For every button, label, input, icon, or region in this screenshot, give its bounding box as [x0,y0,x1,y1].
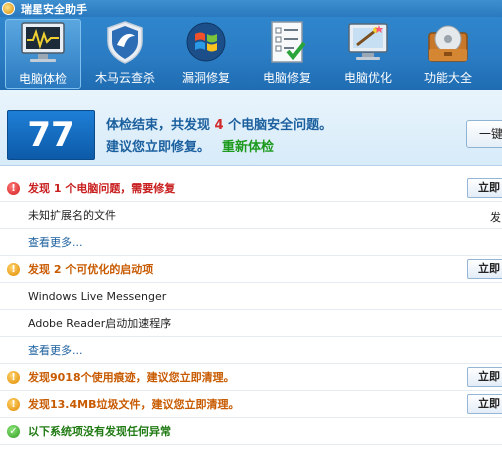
toolbar-item-label: 功能大全 [423,71,472,85]
result-advice: 建议您立即修复。 重新体检 [106,136,274,155]
toolbar-item-label: 电脑优化 [343,71,392,85]
section-junk: ! 发现13.4MB垃圾文件，建议您立即清理。 立即 [0,391,502,418]
optimize-now-button[interactable]: 立即 [467,259,502,279]
warning-icon: ! [7,262,20,276]
summary-suffix: 个电脑安全问题。 [223,118,333,133]
health-score: 77 [7,110,95,160]
result-summary: 体检结束，共发现 4 个电脑安全问题。 [106,114,332,133]
list-item: 查看更多... [0,229,502,256]
shield-icon [100,19,150,65]
toolbar-item-vuln-fix[interactable]: 漏洞修复 [168,19,244,89]
toolbar-item-all-tools[interactable]: 功能大全 [410,19,486,89]
toolbar-item-label: 漏洞修复 [181,71,230,85]
section-title: 发现9018个使用痕迹，建议您立即清理。 [28,371,235,384]
list-item-label: Adobe Reader启动加速程序 [28,317,172,330]
app-logo-icon [2,2,15,15]
clean-traces-button[interactable]: 立即 [467,367,502,387]
toolbar-item-cloud-scan[interactable]: 木马云查杀 [87,19,163,89]
magic-wand-monitor-icon [343,19,393,65]
toolbox-icon [423,19,473,65]
toolbar-item-label: 电脑修复 [262,71,311,85]
error-icon: ! [7,181,20,195]
checklist-icon [262,19,312,65]
list-item-status: 发 [490,211,501,224]
warning-icon: ! [7,397,20,411]
main-toolbar: 电脑体检 木马云查杀 漏洞修复 电脑修复 电脑优化 功能大全 [0,17,502,90]
section-title: 发现13.4MB垃圾文件，建议您立即清理。 [28,398,240,411]
list-item: Windows Live Messenger [0,283,502,310]
list-item: 未知扩展名的文件 发 [0,202,502,229]
app-window: 瑞星安全助手 电脑体检 木马云查杀 漏洞修复 电脑修复 电脑优化 功能大全 77… [0,0,502,457]
result-banner: 77 体检结束，共发现 4 个电脑安全问题。 建议您立即修复。 重新体检 一键 [0,90,502,166]
section-ok: ✓ 以下系统项没有发现任何异常 [0,418,502,445]
view-more-link[interactable]: 查看更多... [28,342,83,358]
recheck-link[interactable]: 重新体检 [222,140,274,155]
toolbar-item-label: 木马云查杀 [94,71,155,85]
section-title: 发现 1 个电脑问题，需要修复 [28,182,176,195]
toolbar-item-pc-repair[interactable]: 电脑修复 [249,19,325,89]
toolbar-item-label: 电脑体检 [18,72,67,86]
windows-flag-icon [181,19,231,65]
list-item: 查看更多... [0,337,502,364]
section-traces: ! 发现9018个使用痕迹，建议您立即清理。 立即 [0,364,502,391]
toolbar-item-optimize[interactable]: 电脑优化 [330,19,406,89]
list-item-label: Windows Live Messenger [28,289,167,303]
fix-now-button[interactable]: 立即 [467,178,502,198]
summary-prefix: 体检结束，共发现 [106,118,215,133]
section-title: 发现 2 个可优化的启动项 [28,263,154,276]
clean-junk-button[interactable]: 立即 [467,394,502,414]
result-list: ! 发现 1 个电脑问题，需要修复 立即 未知扩展名的文件 发 查看更多... … [0,175,502,445]
check-icon: ✓ [7,424,20,438]
warning-icon: ! [7,370,20,384]
window-title: 瑞星安全助手 [21,2,87,16]
title-bar: 瑞星安全助手 [0,0,502,17]
monitor-pulse-icon [18,20,68,66]
section-problems: ! 发现 1 个电脑问题，需要修复 立即 [0,175,502,202]
toolbar-item-checkup[interactable]: 电脑体检 [5,19,81,89]
advice-text: 建议您立即修复。 [106,140,211,155]
section-title: 以下系统项没有发现任何异常 [28,425,171,438]
view-more-link[interactable]: 查看更多... [28,234,83,250]
section-startup: ! 发现 2 个可优化的启动项 立即 [0,256,502,283]
list-item-label: 未知扩展名的文件 [28,209,116,222]
problem-count: 4 [214,118,224,133]
list-item: Adobe Reader启动加速程序 [0,310,502,337]
one-click-fix-button[interactable]: 一键 [466,120,502,148]
